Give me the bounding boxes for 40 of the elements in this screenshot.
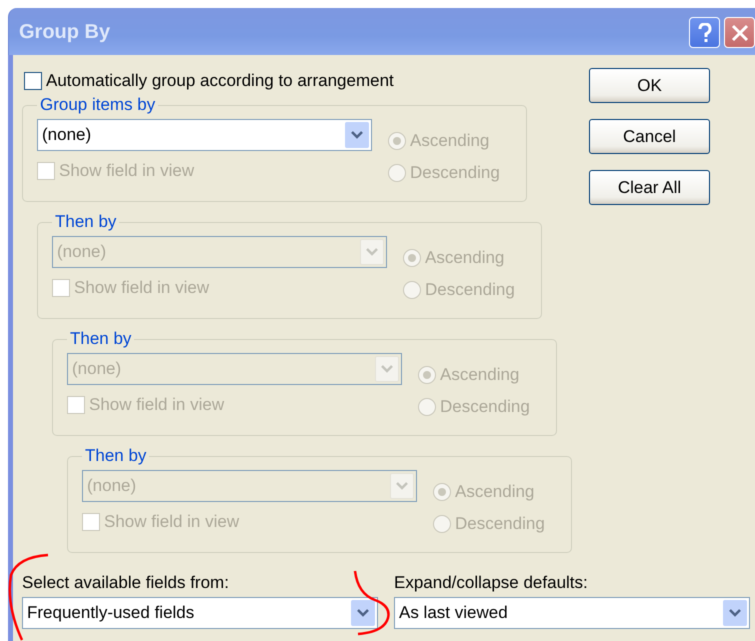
radio-button[interactable] <box>388 164 406 182</box>
radio-label: Ascending <box>410 131 490 151</box>
dialog-button[interactable]: Cancel <box>589 119 710 154</box>
window-title: Group By <box>19 21 110 44</box>
checkbox-label: Automatically group according to arrangement <box>46 71 394 91</box>
dialog-button[interactable]: Clear All <box>589 170 710 205</box>
caret-icon <box>729 609 741 617</box>
close-icon <box>730 22 750 42</box>
radio-label: Descending <box>425 280 515 300</box>
caret-icon <box>396 482 408 490</box>
help-icon <box>698 22 712 42</box>
radio-label: Ascending <box>425 248 504 268</box>
checkbox[interactable] <box>24 72 42 90</box>
radio-label: Descending <box>455 514 545 534</box>
field-label: Select available fields from: <box>22 573 230 593</box>
group-title: Then by <box>69 329 132 349</box>
caret-icon <box>351 131 363 139</box>
group-title: Group items by <box>39 95 156 115</box>
checkbox-label: Show field in view <box>74 278 210 298</box>
caret-icon <box>366 248 378 256</box>
radio-label: Ascending <box>455 482 534 502</box>
radio-label: Descending <box>440 397 530 417</box>
checkbox-label: Show field in view <box>104 512 240 532</box>
dialog-button[interactable]: OK <box>589 68 710 103</box>
checkbox-label: Show field in view <box>89 395 224 415</box>
caret-icon <box>357 609 369 617</box>
radio-label: Descending <box>410 163 500 183</box>
group-title: Then by <box>84 446 148 466</box>
dropdown[interactable]: As last viewed <box>394 597 750 629</box>
annotation-stroke <box>354 570 390 636</box>
field-label: Expand/collapse defaults: <box>394 573 589 593</box>
radio-button[interactable] <box>388 132 406 150</box>
group-title: Then by <box>54 212 118 232</box>
checkbox-label: Show field in view <box>59 161 194 181</box>
dropdown[interactable]: Frequently-used fields <box>22 597 378 629</box>
dropdown[interactable]: (none) <box>37 119 372 151</box>
caret-icon <box>381 365 393 373</box>
close-button[interactable] <box>724 17 755 48</box>
help-button[interactable] <box>689 17 720 48</box>
radio-label: Ascending <box>440 365 520 385</box>
